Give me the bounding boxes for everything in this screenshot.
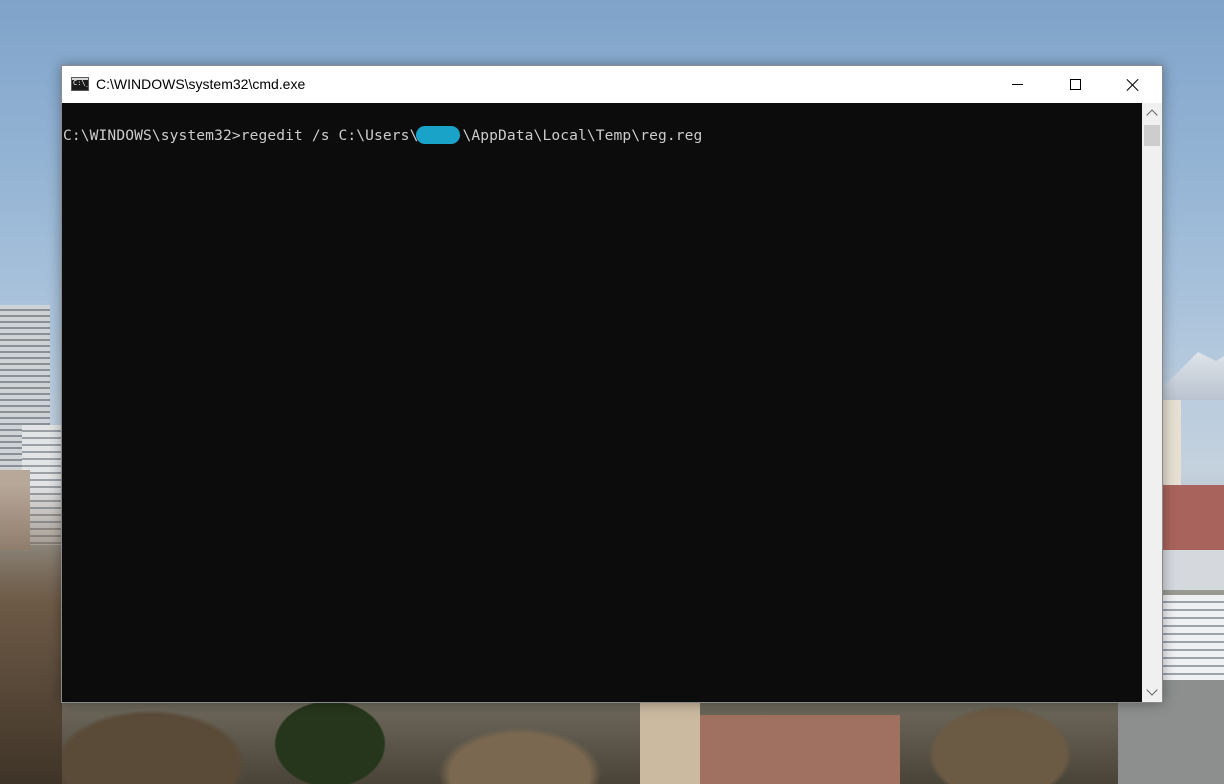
scroll-down-button[interactable] <box>1142 682 1162 702</box>
command-text-start: regedit /s C:\Users\ <box>240 127 419 144</box>
wallpaper-building <box>1163 550 1224 590</box>
wallpaper-trees <box>0 484 62 784</box>
chevron-up-icon <box>1146 109 1158 121</box>
maximize-icon <box>1069 79 1081 90</box>
wallpaper-building <box>1163 400 1181 490</box>
cmd-icon[interactable]: C:\_ <box>71 77 89 91</box>
window-title: C:\WINDOWS\system32\cmd.exe <box>96 76 306 92</box>
redacted-username <box>416 126 461 144</box>
console-output[interactable]: C:\WINDOWS\system32>regedit /s C:\Users\… <box>62 103 1142 702</box>
maximize-button[interactable] <box>1046 66 1104 103</box>
scroll-thumb[interactable] <box>1144 125 1160 146</box>
close-button[interactable] <box>1104 66 1162 103</box>
title-bar[interactable]: C:\_ C:\WINDOWS\system32\cmd.exe <box>62 66 1162 103</box>
chevron-down-icon <box>1146 684 1158 696</box>
command-line: C:\WINDOWS\system32>regedit /s C:\Users\… <box>63 126 702 144</box>
close-icon <box>1126 78 1140 92</box>
prompt: C:\WINDOWS\system32> <box>63 127 241 144</box>
scroll-up-button[interactable] <box>1142 103 1162 123</box>
vertical-scrollbar[interactable] <box>1142 103 1162 702</box>
minimize-icon <box>1011 84 1023 85</box>
wallpaper-building <box>1163 485 1224 555</box>
minimize-button[interactable] <box>988 66 1046 103</box>
cmd-window[interactable]: C:\_ C:\WINDOWS\system32\cmd.exe C:\WIND… <box>61 65 1163 703</box>
command-text-end: \AppData\Local\Temp\reg.reg <box>462 127 703 144</box>
